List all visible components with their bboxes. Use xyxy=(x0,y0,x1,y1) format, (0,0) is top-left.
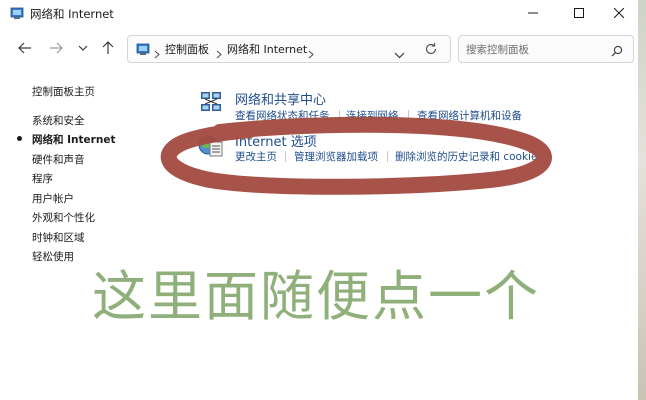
annotation-text: 这里面随便点一个 xyxy=(92,265,540,328)
arrow-right-icon xyxy=(50,42,63,54)
sidebar-item-clock-region[interactable]: 时钟和区域 xyxy=(32,230,85,245)
search-input[interactable]: 搜索控制面板 xyxy=(466,42,529,57)
back-button[interactable] xyxy=(16,39,34,57)
control-panel-icon xyxy=(10,5,24,24)
network-sharing-center-link[interactable]: 网络和共享中心 xyxy=(235,89,326,108)
active-indicator xyxy=(17,136,22,141)
desktop-background xyxy=(638,0,646,400)
address-history-button[interactable] xyxy=(394,44,405,63)
navigation-bar: 控制面板 网络和 Internet 搜索控制面板 xyxy=(0,26,638,70)
chevron-right-icon xyxy=(154,44,160,63)
sidebar-item-programs[interactable]: 程序 xyxy=(32,171,53,186)
control-panel-window: 网络和 Internet 控制面板 网络和 Internet 搜索控制面板 控制… xyxy=(0,0,638,400)
window-title: 网络和 Internet xyxy=(30,7,114,21)
chevron-down-icon xyxy=(394,52,405,59)
close-icon xyxy=(614,8,624,18)
sidebar-item-ease-of-access[interactable]: 轻松使用 xyxy=(32,249,74,264)
close-button[interactable] xyxy=(600,0,638,26)
refresh-icon xyxy=(425,43,437,54)
address-bar[interactable]: 控制面板 网络和 Internet xyxy=(127,35,451,63)
maximize-icon xyxy=(574,8,584,18)
recent-locations-button[interactable] xyxy=(74,39,92,57)
chevron-right-icon xyxy=(308,44,314,63)
chevron-down-icon xyxy=(78,45,88,51)
sidebar-item-hardware-sound[interactable]: 硬件和声音 xyxy=(32,152,85,167)
minimize-button[interactable] xyxy=(510,0,556,26)
sidebar-item-user-accounts[interactable]: 用户帐户 xyxy=(32,191,74,206)
sidebar-item-appearance[interactable]: 外观和个性化 xyxy=(32,210,95,225)
sidebar-item-control-panel-home[interactable]: 控制面板主页 xyxy=(32,84,95,99)
breadcrumb-network-internet[interactable]: 网络和 Internet xyxy=(227,41,307,57)
forward-button[interactable] xyxy=(47,39,65,57)
arrow-up-icon xyxy=(102,41,114,54)
chevron-right-icon xyxy=(216,44,222,63)
title-bar: 网络和 Internet xyxy=(0,0,638,26)
refresh-button[interactable] xyxy=(424,41,438,60)
minimize-icon xyxy=(528,12,538,14)
breadcrumb-control-panel[interactable]: 控制面板 xyxy=(165,41,209,57)
up-button[interactable] xyxy=(99,39,117,57)
sidebar-item-network-internet[interactable]: 网络和 Internet xyxy=(32,132,115,147)
search-box[interactable]: 搜索控制面板 xyxy=(458,35,634,63)
control-panel-icon xyxy=(136,41,150,60)
scribble-annotation xyxy=(160,116,552,195)
search-icon xyxy=(611,42,623,61)
arrow-left-icon xyxy=(18,42,31,54)
sidebar-item-system-security[interactable]: 系统和安全 xyxy=(32,113,85,128)
maximize-button[interactable] xyxy=(556,0,602,26)
